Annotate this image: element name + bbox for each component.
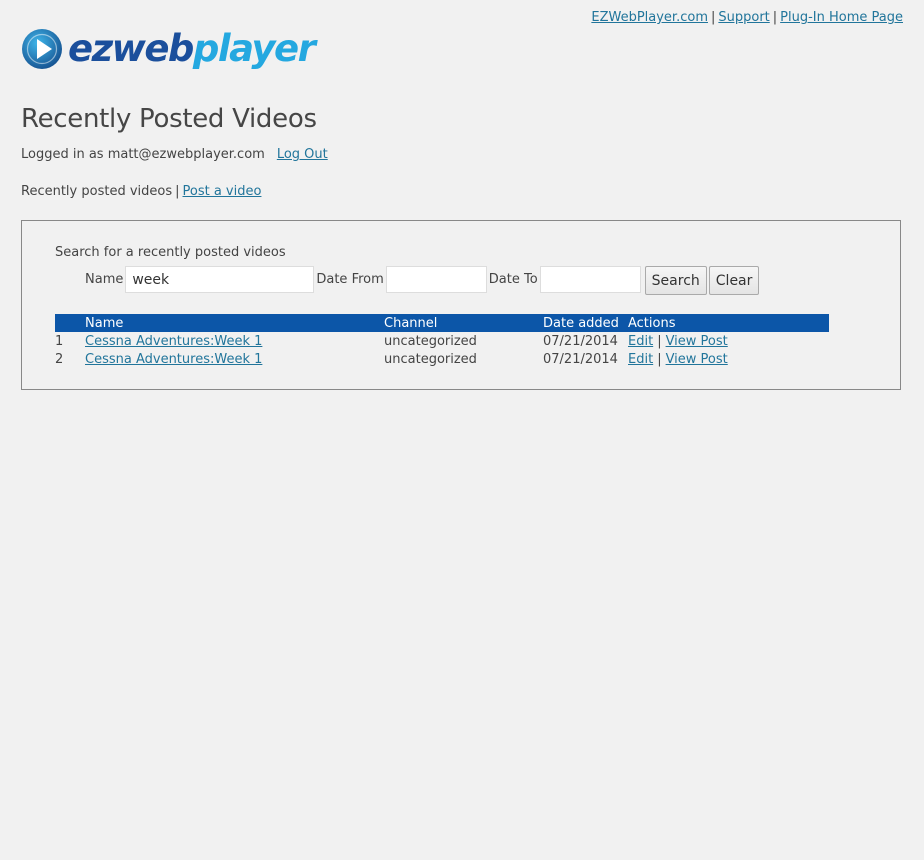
column-header-number [55,314,85,332]
column-header-date[interactable]: Date added [543,314,628,332]
login-status: Logged in as matt@ezwebplayer.com Log Out [21,147,328,162]
logout-link[interactable]: Log Out [277,147,328,162]
ezwebplayer-link[interactable]: EZWebPlayer.com [591,10,708,25]
date-to-label: Date To [488,272,538,287]
row-number: 2 [55,351,64,367]
play-logo-icon [22,29,62,69]
plugin-home-link[interactable]: Plug-In Home Page [780,10,903,25]
video-name-link[interactable]: Cessna Adventures:Week 1 [85,352,262,367]
results-table: Name Channel Date added Actions 1 Cessna… [55,314,829,368]
date-from-input[interactable] [385,266,487,293]
logged-in-text: Logged in as matt@ezwebplayer.com [21,147,265,162]
top-links: EZWebPlayer.com | Support | Plug-In Home Pag… [591,10,903,25]
row-date: 07/21/2014 [543,351,618,367]
separator: | [175,184,180,199]
table-header-row: Name Channel Date added Actions [55,314,829,332]
page: EZWebPlayer.com | Support | Plug-In Home Pag… [0,0,924,860]
row-channel: uncategorized [384,333,477,349]
separator: | [710,10,716,25]
row-number: 1 [55,333,64,349]
edit-link[interactable]: Edit [628,352,653,367]
subnav: Recently posted videos | Post a video [21,184,261,199]
edit-link[interactable]: Edit [628,334,653,349]
logo-wordmark: ezwebplayer [68,27,316,70]
column-header-actions: Actions [628,314,829,332]
column-header-channel[interactable]: Channel [384,314,543,332]
column-header-name[interactable]: Name [85,314,384,332]
table-row: 1 Cessna Adventures:Week 1 uncategorized… [55,332,829,350]
subnav-current: Recently posted videos [21,184,173,199]
table-row: 2 Cessna Adventures:Week 1 uncategorized… [55,350,829,368]
name-label: Name [85,272,124,287]
row-date: 07/21/2014 [543,333,618,349]
page-title: Recently Posted Videos [21,104,317,134]
post-video-link[interactable]: Post a video [183,184,262,199]
search-button[interactable]: Search [644,266,707,295]
separator: | [657,333,662,349]
separator: | [772,10,778,25]
name-input[interactable] [125,266,315,293]
row-channel: uncategorized [384,351,477,367]
clear-button[interactable]: Clear [708,266,760,295]
date-to-input[interactable] [539,266,641,293]
separator: | [657,351,662,367]
view-post-link[interactable]: View Post [666,352,728,367]
date-from-label: Date From [316,272,384,287]
search-panel: Search for a recently posted videos Name… [21,220,901,390]
search-heading: Search for a recently posted videos [55,245,286,260]
view-post-link[interactable]: View Post [666,334,728,349]
search-form: Name Date From Date To Search Clear [85,264,760,295]
video-name-link[interactable]: Cessna Adventures:Week 1 [85,334,262,349]
ezwebplayer-logo[interactable]: ezwebplayer [21,26,316,72]
support-link[interactable]: Support [718,10,769,25]
